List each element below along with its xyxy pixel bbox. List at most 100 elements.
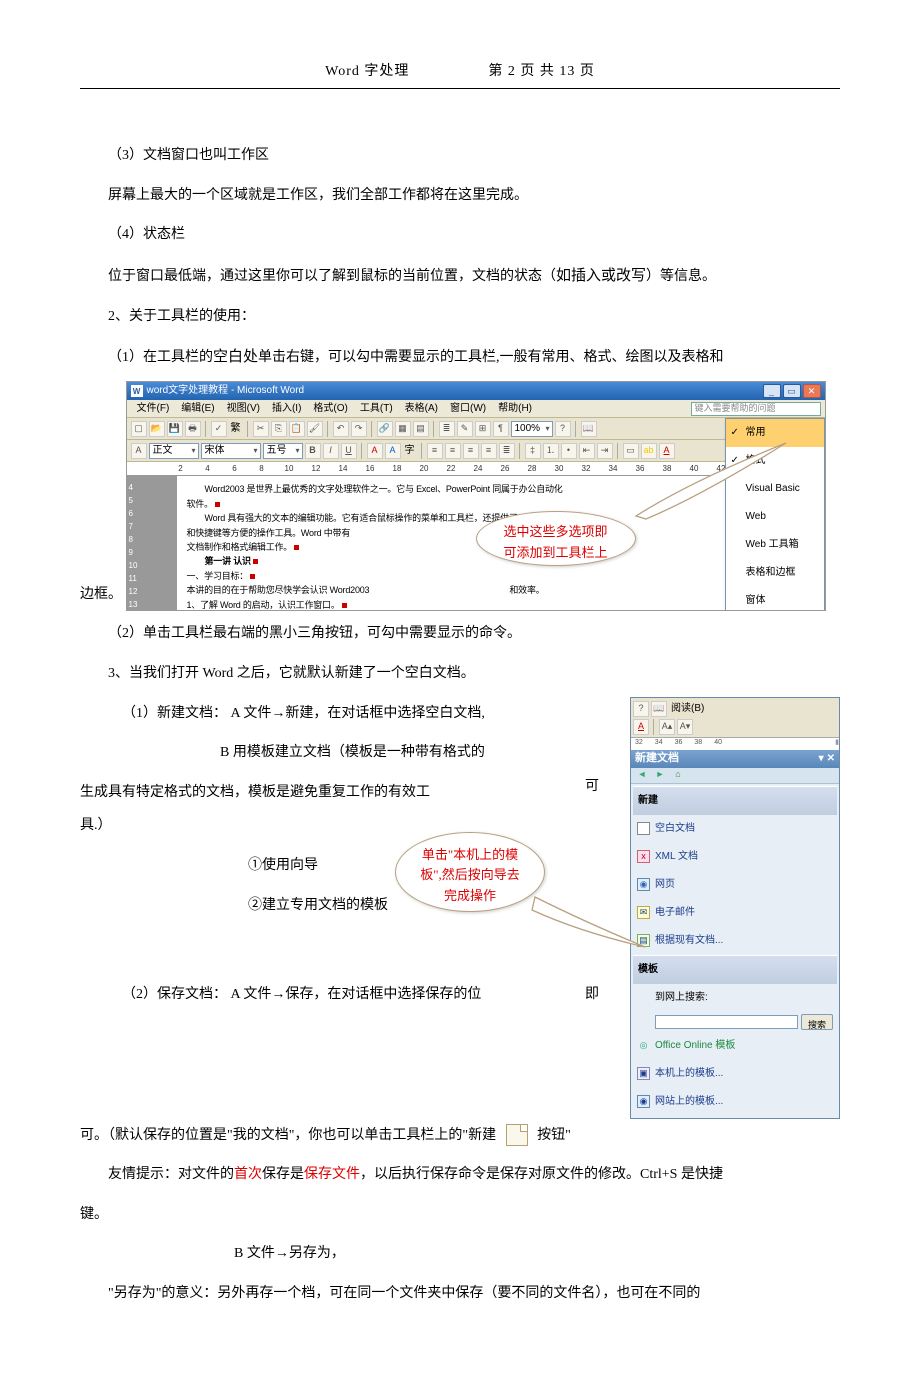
justify-icon[interactable]: ≡: [481, 443, 497, 459]
para-save-default: 可。（默认保存的位置是"我的文档"，你也可以单击工具栏上的"新建 按钮": [80, 1119, 840, 1153]
xml-icon: x: [637, 850, 650, 863]
link-web-templates[interactable]: ◉网站上的模板...: [633, 1088, 837, 1116]
insert-table-icon[interactable]: ▤: [413, 421, 429, 437]
align-left-icon[interactable]: ≡: [427, 443, 443, 459]
increase-indent-icon[interactable]: ⇥: [597, 443, 613, 459]
font-color-a-icon[interactable]: A: [367, 443, 383, 459]
char-shading-icon[interactable]: A: [385, 443, 401, 459]
columns-icon[interactable]: ≣: [439, 421, 455, 437]
char-border-icon[interactable]: 字: [403, 440, 417, 462]
read-icon[interactable]: 📖: [581, 421, 597, 437]
nav-home-icon[interactable]: ⌂: [671, 769, 685, 781]
link-office-online[interactable]: ◎Office Online 模板: [633, 1032, 837, 1060]
standard-toolbar: ▢ 📂 💾 🖶 ✓ 繁 ✂ ⎘ 📋 🖌 ↶ ↷: [127, 418, 825, 440]
mini-toolbar: ? 📖 阅读(B) A A▴ A▾: [631, 698, 839, 738]
hyperlink-icon[interactable]: 🔗: [377, 421, 393, 437]
numbering-icon[interactable]: ⒈: [543, 443, 559, 459]
mini-help-icon[interactable]: ?: [633, 701, 649, 717]
link-blank-doc[interactable]: 空白文档: [633, 815, 837, 843]
paragraph-icon[interactable]: ¶: [493, 421, 509, 437]
callout-tail-2: [530, 882, 650, 952]
bold-icon[interactable]: B: [305, 443, 321, 459]
font-select[interactable]: 宋体: [201, 443, 261, 459]
template-search-input[interactable]: [655, 1015, 798, 1029]
para-4-title: （4）状态栏: [80, 218, 840, 252]
link-from-existing[interactable]: ▤根据现有文档...: [633, 927, 837, 955]
taskpane-dropdown-icon[interactable]: ▾: [819, 747, 824, 771]
minimize-button[interactable]: _: [763, 384, 781, 398]
redo-icon[interactable]: ↷: [351, 421, 367, 437]
bullets-icon[interactable]: •: [561, 443, 577, 459]
zoom-select[interactable]: 100%: [511, 421, 553, 437]
print-icon[interactable]: 🖶: [185, 421, 201, 437]
section-new: 新建: [633, 786, 837, 815]
para-toolbar-heading: 2、关于工具栏的使用：: [80, 300, 840, 334]
mini-shrink-font-icon[interactable]: A▾: [677, 719, 693, 735]
header-title-right: 第 2 页 共 13 页: [488, 64, 595, 79]
copy-icon[interactable]: ⎘: [271, 421, 287, 437]
decrease-indent-icon[interactable]: ⇤: [579, 443, 595, 459]
para-statusbar-desc: 位于窗口最低端，通过这里你可以了解到鼠标的当前位置，文档的状态（如插入或改写）等…: [80, 258, 840, 294]
open-icon[interactable]: 📂: [149, 421, 165, 437]
para-save-tip-2: 键。: [80, 1198, 840, 1232]
para-save-tip: 友情提示：对文件的首次保存是保存文件，以后执行保存命令是保存对原文件的修改。Ct…: [80, 1158, 840, 1192]
undo-icon[interactable]: ↶: [333, 421, 349, 437]
page-header: Word 字处理 第 2 页 共 13 页: [80, 60, 840, 89]
para-toolbar-1: （1）在工具栏的空白处单击右键，可以勾中需要显示的工具栏,一般有常用、格式、绘图…: [80, 339, 840, 375]
link-web-page[interactable]: ◉网页: [633, 871, 837, 899]
underline-icon[interactable]: U: [341, 443, 357, 459]
para-newdoc-intro: 3、当我们打开 Word 之后，它就默认新建了一个空白文档。: [80, 657, 840, 691]
nav-fwd-icon[interactable]: ►: [653, 769, 667, 781]
cm-item-tables[interactable]: 表格和边框: [726, 559, 824, 587]
cut-icon[interactable]: ✂: [253, 421, 269, 437]
help-search-box[interactable]: 键入需要帮助的问题: [691, 402, 821, 416]
para-saveas-meaning: "另存为"的意义：另外再存一个档，可在同一个文件夹中保存（要不同的文件名），也可…: [80, 1277, 840, 1311]
para-workarea-desc: 屏幕上最大的一个区域就是工作区，我们全部工作都将在这里完成。: [80, 179, 840, 213]
cm-item-forms[interactable]: 窗体: [726, 587, 824, 611]
styles-icon[interactable]: A: [131, 443, 147, 459]
edge-row: 边框。 W word文字处理教程 - Microsoft Word _ ▭ ✕: [80, 381, 840, 611]
drawing-icon[interactable]: ✎: [457, 421, 473, 437]
style-select[interactable]: 正文: [149, 443, 199, 459]
callout-tail-1: [631, 441, 791, 521]
mini-font-color-icon[interactable]: A: [633, 719, 649, 735]
link-local-templates[interactable]: ▣本机上的模板...: [633, 1060, 837, 1088]
taskpane-close-icon[interactable]: ✕: [827, 747, 835, 771]
new-document-icon: [506, 1124, 528, 1146]
paste-icon[interactable]: 📋: [289, 421, 305, 437]
help-icon[interactable]: ?: [555, 421, 571, 437]
line-spacing-icon[interactable]: ‡: [525, 443, 541, 459]
format-painter-icon[interactable]: 🖌: [307, 421, 323, 437]
spellcheck-icon[interactable]: ✓: [211, 421, 227, 437]
pc-icon: ▣: [637, 1067, 650, 1080]
taskpane-screenshot: ? 📖 阅读(B) A A▴ A▾ 32 34 36 38: [630, 697, 840, 1119]
callout-toolbar-options: 选中这些多选项即 可添加到工具栏上: [476, 511, 636, 566]
taskpane-nav: ◄ ► ⌂: [631, 768, 839, 784]
template-search-button[interactable]: 搜索: [801, 1014, 833, 1030]
para-toolbar-2: （2）单击工具栏最右端的黑小三角按钮，可勾中需要显示的命令。: [80, 617, 840, 651]
link-xml-doc[interactable]: xXML 文档: [633, 843, 837, 871]
header-title-left: Word 字处理: [325, 64, 409, 79]
cm-item-webtools[interactable]: Web 工具箱: [726, 531, 824, 559]
section-templates: 模板: [633, 955, 837, 984]
align-right-icon[interactable]: ≡: [463, 443, 479, 459]
map-icon[interactable]: ⊞: [475, 421, 491, 437]
nav-back-icon[interactable]: ◄: [635, 769, 649, 781]
new-icon[interactable]: ▢: [131, 421, 147, 437]
sc-label[interactable]: 繁: [229, 418, 243, 440]
mini-read-icon[interactable]: 📖: [651, 701, 667, 717]
globe-icon: ◎: [637, 1039, 650, 1052]
para-3-title: （3）文档窗口也叫工作区: [80, 139, 840, 173]
search-label: 到网上搜索:: [633, 984, 837, 1012]
distribute-icon[interactable]: ≣: [499, 443, 515, 459]
table-icon[interactable]: ▦: [395, 421, 411, 437]
maximize-button[interactable]: ▭: [783, 384, 801, 398]
size-select[interactable]: 五号: [263, 443, 303, 459]
save-icon[interactable]: 💾: [167, 421, 183, 437]
align-center-icon[interactable]: ≡: [445, 443, 461, 459]
italic-icon[interactable]: I: [323, 443, 339, 459]
link-email[interactable]: ✉电子邮件: [633, 899, 837, 927]
callout-template-wizard: 单击"本机上的模 板",然后按向导去 完成操作: [395, 832, 545, 912]
mini-grow-font-icon[interactable]: A▴: [659, 719, 675, 735]
close-button[interactable]: ✕: [803, 384, 821, 398]
